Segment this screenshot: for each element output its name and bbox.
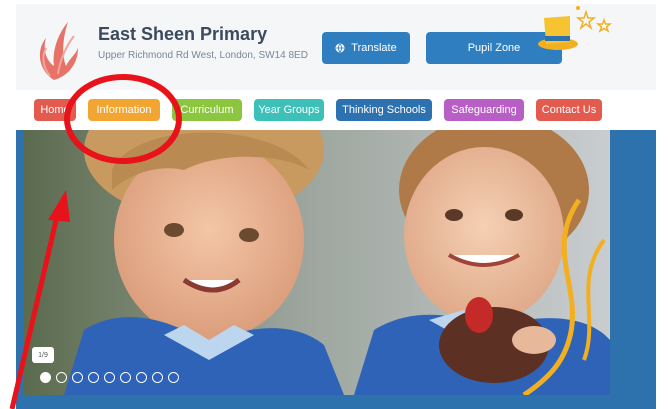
school-address: Upper Richmond Rd West, London, SW14 8ED: [98, 50, 308, 61]
pupil-zone-label: Pupil Zone: [467, 42, 521, 54]
hero-photo: [24, 130, 610, 395]
nav-item-thinking-schools[interactable]: Thinking Schools: [336, 99, 432, 121]
annotation-circle: [64, 74, 182, 164]
slider-dot[interactable]: [120, 372, 131, 383]
slider-dot[interactable]: [88, 372, 99, 383]
nav-item-year-groups[interactable]: Year Groups: [254, 99, 324, 121]
slider-dot[interactable]: [152, 372, 163, 383]
globe-icon: [335, 43, 345, 53]
nav-item-curriculum[interactable]: Curriculum: [172, 99, 242, 121]
translate-label: Translate: [351, 42, 397, 54]
hero-slider[interactable]: [16, 130, 656, 409]
page: East Sheen Primary Upper Richmond Rd Wes…: [0, 0, 670, 409]
nav-item-contact-us[interactable]: Contact Us: [536, 99, 602, 121]
nav-item-safeguarding[interactable]: Safeguarding: [444, 99, 524, 121]
school-logo-icon[interactable]: [28, 10, 80, 84]
slider-dot[interactable]: [168, 372, 179, 383]
annotation-arrow-icon: [9, 190, 70, 409]
school-name[interactable]: East Sheen Primary: [98, 24, 267, 45]
slider-dot[interactable]: [104, 372, 115, 383]
slider-dot[interactable]: [136, 372, 147, 383]
top-hat-stars-icon: [538, 6, 613, 50]
translate-button[interactable]: Translate: [322, 32, 410, 64]
